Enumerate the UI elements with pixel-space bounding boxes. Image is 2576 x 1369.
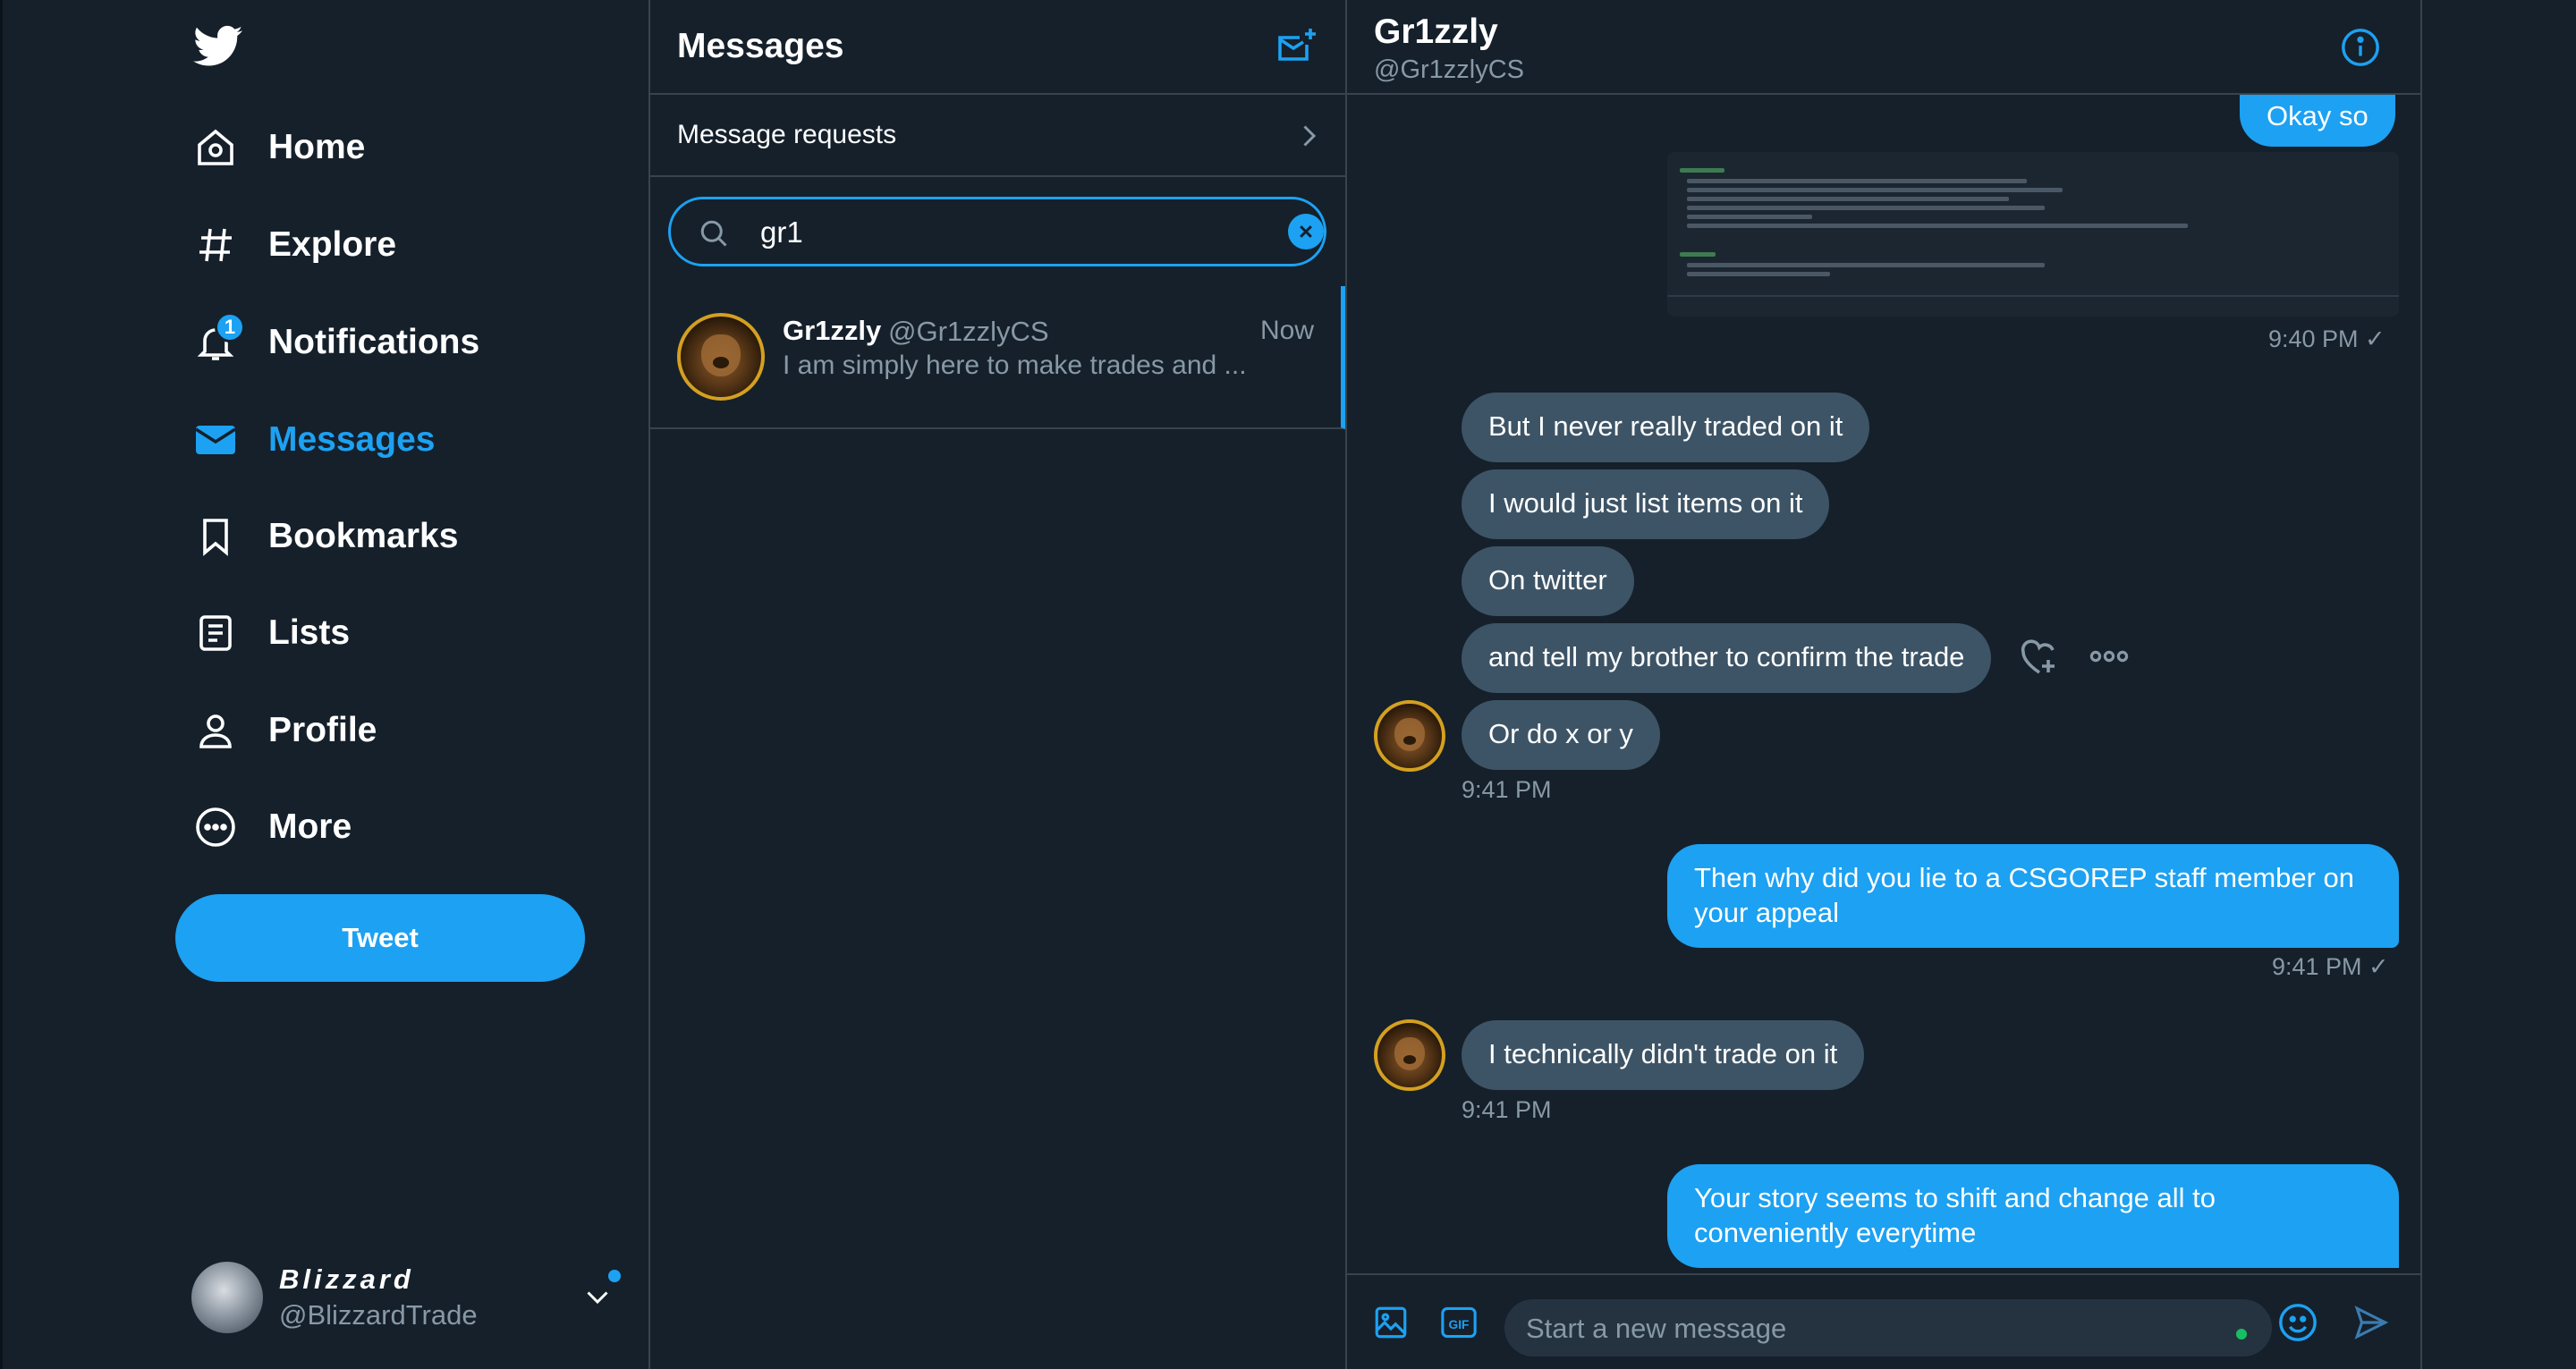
conversation-preview: I am simply here to make trades and ...	[783, 351, 1247, 380]
search-box	[668, 197, 1326, 266]
list-icon	[175, 608, 256, 658]
bell-icon: 1	[175, 312, 256, 368]
avatar	[677, 313, 765, 401]
message-timestamp: 9:41 PM	[1462, 1096, 1552, 1123]
message-bubble-incoming[interactable]: On twitter	[1462, 546, 1634, 616]
nav-bookmarks[interactable]: Bookmarks	[175, 498, 458, 575]
image-upload-icon[interactable]	[1372, 1304, 1410, 1341]
nav-more[interactable]: More	[175, 789, 352, 866]
chat-header: Gr1zzly @Gr1zzlyCS	[1347, 0, 2420, 95]
nav-notifications[interactable]: 1 Notifications	[175, 304, 479, 381]
message-requests-link[interactable]: Message requests	[650, 95, 1345, 177]
nav-home[interactable]: Home	[175, 109, 365, 186]
messages-header: Messages	[650, 0, 1345, 95]
conversation-item[interactable]: Gr1zzly @Gr1zzlyCS Now I am simply here …	[650, 286, 1345, 429]
message-bubble-incoming[interactable]: I would just list items on it	[1462, 469, 1830, 539]
message-bubble-incoming[interactable]: and tell my brother to confirm the trade	[1462, 623, 1992, 693]
nav-explore-label: Explore	[268, 225, 397, 264]
search-input[interactable]	[758, 210, 1245, 255]
search-icon	[698, 217, 730, 249]
message-bubble-incoming[interactable]: Or do x or y	[1462, 700, 1660, 770]
chat-title: Gr1zzly	[1374, 13, 1498, 51]
sidebar-nav: Home Explore 1 Notifications Messages Bo…	[0, 0, 650, 1369]
nav-explore[interactable]: Explore	[175, 207, 396, 283]
nav-messages-label: Messages	[268, 420, 436, 459]
message-image-attachment[interactable]	[1667, 152, 2399, 317]
info-icon[interactable]	[2340, 27, 2381, 68]
message-composer: GIF	[1347, 1273, 2420, 1369]
bookmark-icon	[175, 511, 256, 562]
messages-panel: Messages Message requests Gr1zzly @Gr1zz…	[650, 0, 1347, 1369]
send-icon[interactable]	[2352, 1304, 2390, 1341]
message-bubble-incoming[interactable]: But I never really traded on it	[1462, 393, 1870, 462]
new-message-icon[interactable]	[1276, 25, 1319, 68]
avatar	[191, 1262, 263, 1333]
home-icon	[175, 123, 256, 173]
nav-profile-label: Profile	[268, 711, 377, 749]
chevron-down-icon[interactable]	[581, 1280, 614, 1313]
message-bubble-outgoing[interactable]: Your story seems to shift and change all…	[1667, 1164, 2399, 1268]
add-reaction-icon[interactable]	[2018, 637, 2061, 676]
nav-lists-label: Lists	[268, 613, 351, 652]
message-timestamp: 9:40 PM ✓	[2268, 325, 2385, 352]
chat-panel: Gr1zzly @Gr1zzlyCS Okay so 9:40 PM ✓ But…	[1347, 0, 2420, 1369]
message-bubble-outgoing[interactable]: Then why did you lie to a CSGOREP staff …	[1667, 844, 2399, 948]
conversation-time: Now	[1260, 316, 1315, 345]
message-field-container	[1504, 1299, 2272, 1356]
page-title: Messages	[677, 27, 844, 65]
account-handle: @BlizzardTrade	[279, 1299, 478, 1331]
emoji-icon[interactable]	[2277, 1302, 2318, 1343]
conversation-handle: @Gr1zzlyCS	[888, 316, 1049, 347]
chat-handle: @Gr1zzlyCS	[1374, 55, 1525, 84]
more-options-icon[interactable]	[2089, 642, 2129, 671]
envelope-icon	[175, 415, 256, 465]
nav-profile[interactable]: Profile	[175, 692, 377, 769]
nav-bookmarks-label: Bookmarks	[268, 517, 459, 555]
clear-search-icon[interactable]	[1288, 214, 1324, 249]
nav-home-label: Home	[268, 128, 366, 166]
nav-notifications-label: Notifications	[268, 323, 480, 361]
message-input[interactable]	[1524, 1306, 2207, 1351]
more-circle-icon	[175, 802, 256, 852]
message-timestamp: 9:41 PM ✓	[2272, 953, 2389, 980]
conversation-name: Gr1zzly	[783, 315, 882, 346]
svg-text:GIF: GIF	[1449, 1317, 1470, 1331]
hashtag-icon	[175, 220, 256, 270]
tweet-button[interactable]: Tweet	[175, 894, 585, 982]
avatar[interactable]	[1374, 700, 1445, 772]
message-requests-label: Message requests	[677, 120, 897, 149]
twitter-logo-icon[interactable]	[193, 25, 243, 75]
nav-more-label: More	[268, 807, 352, 846]
account-name: Blizzard	[279, 1263, 414, 1295]
account-switcher[interactable]: Blizzard @BlizzardTrade	[191, 1259, 621, 1336]
message-bubble-incoming[interactable]: I technically didn't trade on it	[1462, 1020, 1865, 1090]
status-dot	[2236, 1329, 2247, 1339]
window-edge-right	[2420, 0, 2576, 1369]
gif-icon[interactable]: GIF	[1440, 1306, 1478, 1339]
nav-lists[interactable]: Lists	[175, 595, 350, 672]
person-icon	[175, 706, 256, 756]
notification-badge: 1	[215, 312, 245, 342]
avatar[interactable]	[1374, 1019, 1445, 1091]
nav-messages[interactable]: Messages	[175, 401, 435, 478]
message-timestamp: 9:41 PM	[1462, 776, 1552, 803]
chevron-right-icon	[1292, 120, 1325, 152]
